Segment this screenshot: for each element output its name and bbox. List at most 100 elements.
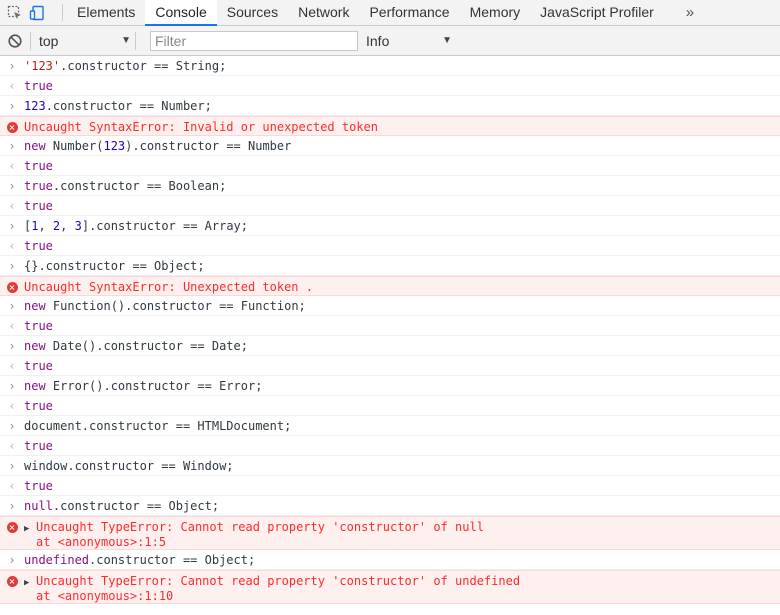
log-level-caret-icon: ▼ (442, 35, 452, 46)
error-text: Uncaught SyntaxError: Invalid or unexpec… (24, 120, 379, 134)
console-result-value: true (24, 359, 53, 373)
console-input-row: › undefined.constructor == Object; (0, 550, 780, 570)
tab-sources[interactable]: Sources (217, 0, 288, 25)
result-arrow-icon: ‹ (8, 439, 16, 453)
code-token: .constructor == Object; (89, 553, 256, 567)
console-input-row: › null.constructor == Object; (0, 496, 780, 516)
console-result-row: ‹ true (0, 76, 780, 96)
code-token: new (24, 299, 46, 313)
inspect-element-icon[interactable] (6, 4, 24, 22)
code-token: 3 (74, 219, 82, 233)
console-result-value: true (24, 399, 53, 413)
input-prompt-icon: › (8, 459, 16, 473)
console-result-value: true (24, 199, 53, 213)
result-arrow-icon: ‹ (8, 319, 16, 333)
console-input-text: null.constructor == Object; (24, 499, 219, 513)
console-input-row: › new Error().constructor == Error; (0, 376, 780, 396)
console-result-row: ‹ true (0, 356, 780, 376)
console-toolbar: top ▼ Info ▼ (0, 26, 780, 56)
error-text-line: Uncaught SyntaxError: Unexpected token . (24, 280, 313, 294)
console-result-row: ‹ true (0, 236, 780, 256)
error-icon: × (6, 521, 18, 533)
code-token: window.constructor == Window; (24, 459, 234, 473)
console-input-text: document.constructor == HTMLDocument; (24, 419, 291, 433)
console-result-row: ‹ true (0, 436, 780, 456)
code-token: true (24, 179, 53, 193)
result-arrow-icon: ‹ (8, 359, 16, 373)
code-token: .constructor == Number; (45, 99, 212, 113)
console-result-value: true (24, 159, 53, 173)
console-messages: › '123'.constructor == String; ‹ true › 123.c… (0, 56, 780, 604)
code-token: null (24, 499, 53, 513)
input-prompt-icon: › (8, 259, 16, 273)
tab-javascript-profiler[interactable]: JavaScript Profiler (530, 0, 664, 25)
input-prompt-icon: › (8, 499, 16, 513)
tab-elements[interactable]: Elements (67, 0, 145, 25)
console-result-row: ‹ true (0, 316, 780, 336)
context-selector-value: top (39, 32, 59, 49)
code-token: new (24, 339, 46, 353)
console-error-row: × Uncaught SyntaxError: Invalid or unexpe… (0, 116, 780, 136)
console-error-row: × ▶ Uncaught TypeError: Cannot read proper… (0, 570, 780, 604)
tab-network[interactable]: Network (288, 0, 359, 25)
result-arrow-icon: ‹ (8, 479, 16, 493)
console-result-value: true (24, 479, 53, 493)
code-token: Number( (45, 139, 104, 153)
console-result-value: true (24, 239, 53, 253)
input-prompt-icon: › (8, 419, 16, 433)
error-text-line: ▶ Uncaught TypeError: Cannot read propert… (24, 520, 484, 536)
console-input-text: undefined.constructor == Object; (24, 553, 255, 567)
error-text-line: ▶ Uncaught TypeError: Cannot read propert… (24, 574, 520, 590)
clear-console-button[interactable] (0, 26, 30, 55)
result-arrow-icon: ‹ (8, 199, 16, 213)
console-input-row: › 123.constructor == Number; (0, 96, 780, 116)
more-tabs-button[interactable]: » (676, 0, 704, 25)
input-prompt-icon: › (8, 299, 16, 313)
console-input-row: › new Date().constructor == Date; (0, 336, 780, 356)
code-token: ).constructor == Number (125, 139, 292, 153)
result-arrow-icon: ‹ (8, 159, 16, 173)
console-result-row: ‹ true (0, 476, 780, 496)
console-input-text: window.constructor == Window; (24, 459, 234, 473)
device-toolbar-icon[interactable] (28, 4, 46, 22)
console-error-row: × ▶ Uncaught TypeError: Cannot read proper… (0, 516, 780, 550)
console-input-row: › new Number(123).constructor == Number (0, 136, 780, 156)
tab-console[interactable]: Console (145, 0, 217, 26)
code-token: document.constructor == HTMLDocument; (24, 419, 292, 433)
expand-triangle-icon[interactable]: ▶ (24, 522, 33, 536)
input-prompt-icon: › (8, 553, 16, 567)
console-input-text: 123.constructor == Number; (24, 99, 212, 113)
devtools-tabbar: Elements Console Sources Network Performance… (0, 0, 780, 26)
input-prompt-icon: › (8, 99, 16, 113)
log-level-selector[interactable]: Info ▼ (366, 30, 456, 52)
error-text: Uncaught TypeError: Cannot read property… (36, 520, 484, 534)
code-token: '123' (24, 59, 61, 73)
tab-memory[interactable]: Memory (460, 0, 531, 25)
console-input-text: {}.constructor == Object; (24, 259, 205, 273)
console-error-row: × Uncaught SyntaxError: Unexpected token … (0, 276, 780, 296)
console-input-row: › true.constructor == Boolean; (0, 176, 780, 196)
error-message: Uncaught SyntaxError: Invalid or unexpec… (24, 120, 378, 134)
console-result-row: ‹ true (0, 156, 780, 176)
toolbar-separator (30, 31, 31, 50)
tab-performance[interactable]: Performance (359, 0, 459, 25)
code-token: .constructor == Boolean; (52, 179, 227, 193)
console-input-row: › {}.constructor == Object; (0, 256, 780, 276)
console-input-text: '123'.constructor == String; (24, 59, 226, 73)
input-prompt-icon: › (8, 139, 16, 153)
code-token: 123 (24, 99, 46, 113)
console-result-value: true (24, 319, 53, 333)
console-result-row: ‹ true (0, 196, 780, 216)
error-message: ▶ Uncaught TypeError: Cannot read propert… (24, 574, 520, 603)
context-selector[interactable]: top ▼ (39, 30, 135, 52)
code-token: , (38, 219, 53, 233)
filter-input[interactable] (150, 30, 358, 51)
result-arrow-icon: ‹ (8, 79, 16, 93)
input-prompt-icon: › (8, 179, 16, 193)
code-token: , (60, 219, 75, 233)
console-result-value: true (24, 439, 53, 453)
console-input-text: new Error().constructor == Error; (24, 379, 262, 393)
console-input-text: true.constructor == Boolean; (24, 179, 226, 193)
error-text: Uncaught SyntaxError: Unexpected token . (24, 280, 313, 294)
expand-triangle-icon[interactable]: ▶ (24, 576, 33, 590)
